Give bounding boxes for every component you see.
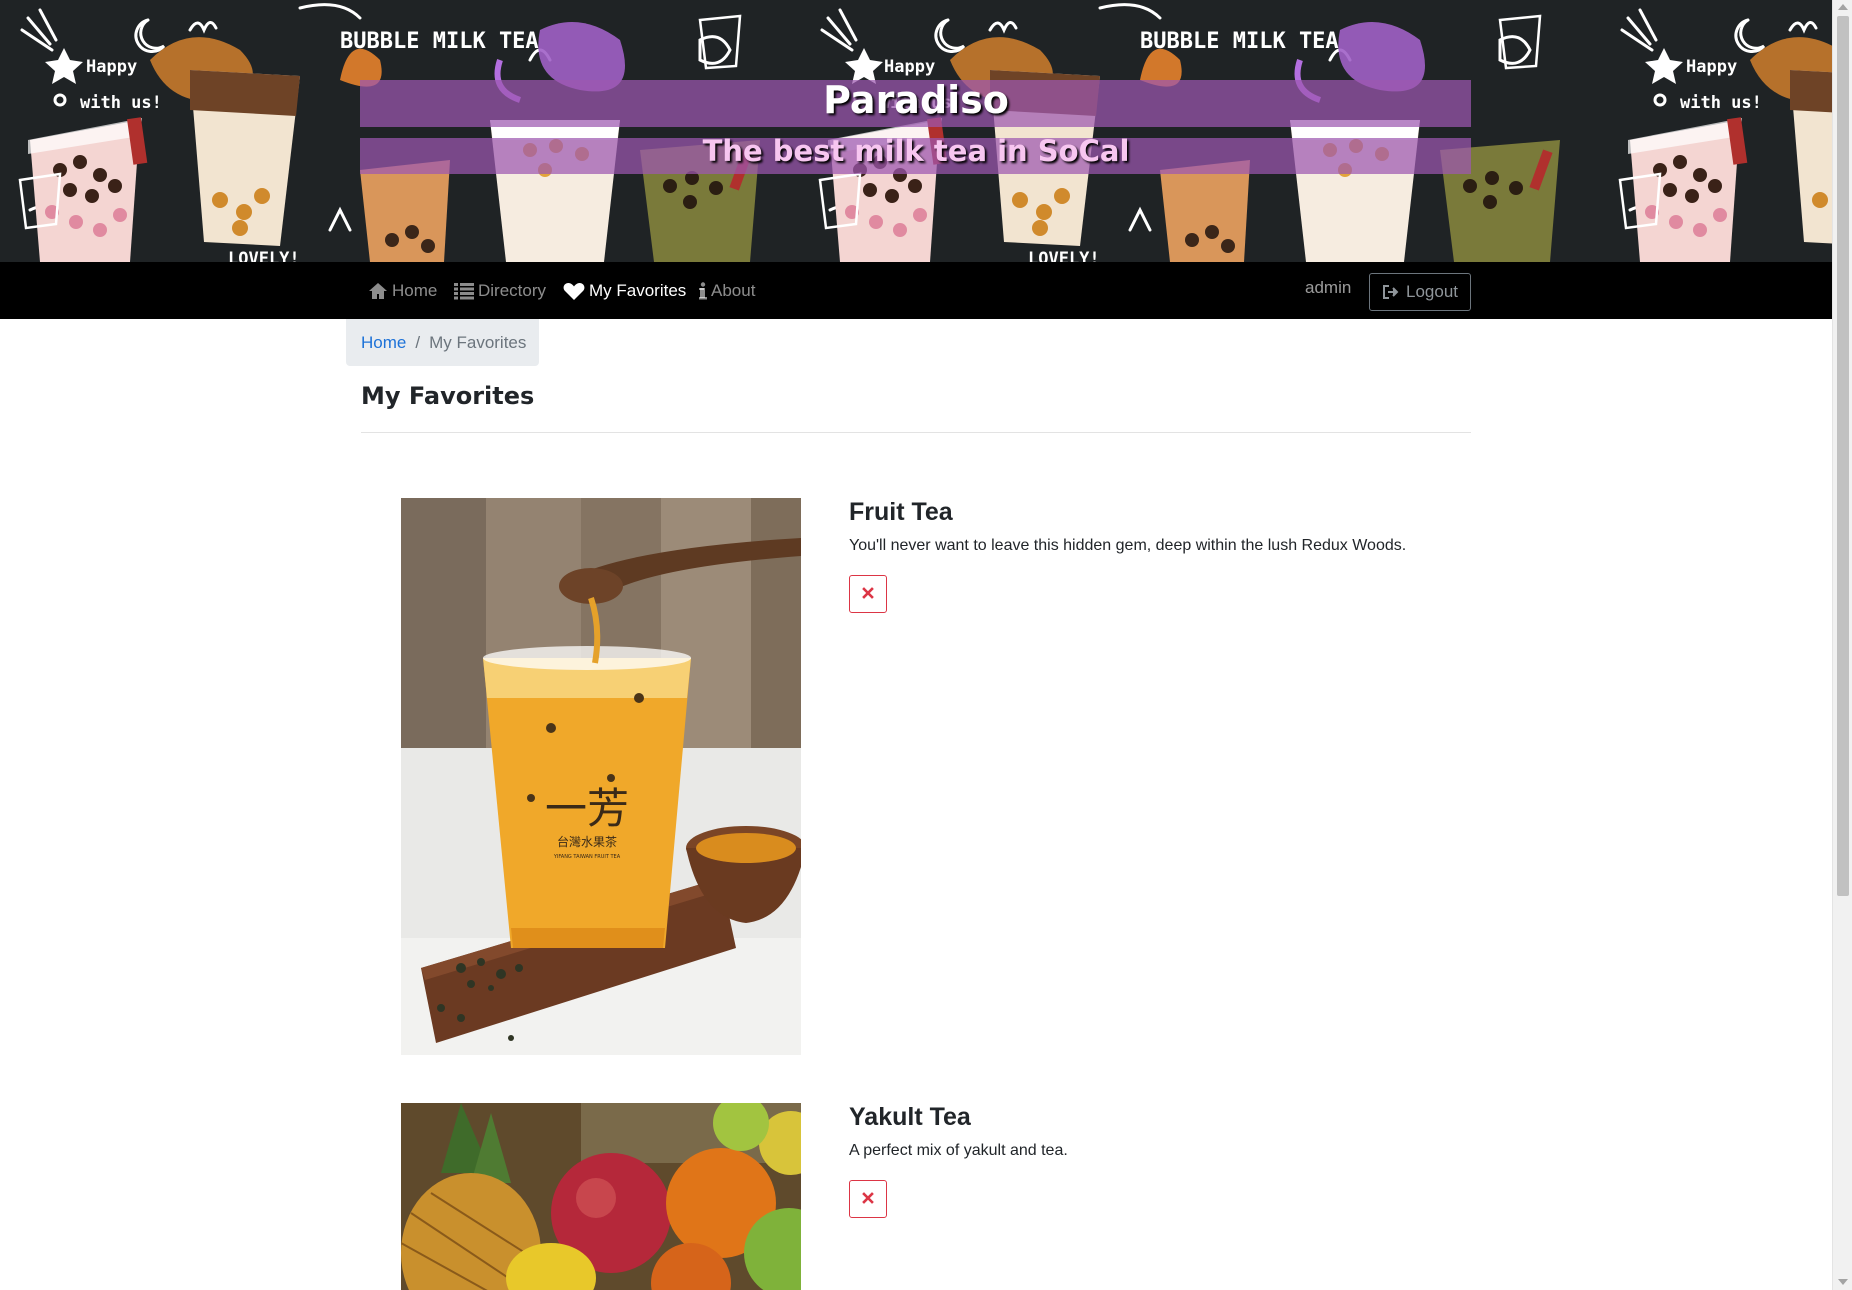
remove-favorite-button[interactable] <box>849 1180 887 1218</box>
scrollbar-thumb[interactable] <box>1837 16 1849 896</box>
scroll-down-arrow-icon[interactable] <box>1838 1279 1848 1285</box>
breadcrumb-home-link[interactable]: Home <box>361 333 406 353</box>
favorite-title: Yakult Tea <box>849 1103 971 1131</box>
svg-text:LOVELY!: LOVELY! <box>1028 249 1100 262</box>
breadcrumb: Home / My Favorites <box>346 319 539 366</box>
heart-icon <box>563 282 585 301</box>
close-icon <box>862 586 874 602</box>
logout-label: Logout <box>1406 282 1458 301</box>
favorite-description: A perfect mix of yakult and tea. <box>849 1142 1068 1159</box>
favorite-description: You'll never want to leave this hidden g… <box>849 537 1407 554</box>
page: BUBBLE MILK TEA BUBBLE MILK TEA Happy wi… <box>0 0 1852 1290</box>
breadcrumb-separator: / <box>415 332 421 352</box>
svg-text:LOVELY!: LOVELY! <box>228 249 300 262</box>
artwork-text-1: BUBBLE MILK TEA <box>340 29 539 54</box>
logout-button[interactable]: Logout <box>1369 273 1471 311</box>
username: admin <box>1305 278 1352 297</box>
favorite-image-fruit-tea: 一芳 台灣水果茶 YIFANG TAIWAN FRUIT TEA <box>401 498 801 1055</box>
nav-home[interactable]: Home <box>368 278 437 304</box>
favorite-title: Fruit Tea <box>849 498 953 526</box>
close-icon <box>862 1191 874 1207</box>
hero-artwork: BUBBLE MILK TEA BUBBLE MILK TEA Happy wi… <box>0 0 1832 262</box>
site-tagline: The best milk tea in SoCal <box>702 134 1130 168</box>
site-title: Paradiso <box>823 78 1009 122</box>
svg-text:Happy: Happy <box>884 57 935 77</box>
cup-logo-subtext: 台灣水果茶 <box>557 834 617 849</box>
home-icon <box>368 282 388 300</box>
nav-my-favorites[interactable]: My Favorites <box>563 278 686 304</box>
nav-about-label: About <box>711 281 756 300</box>
favorite-image-yakult-tea <box>401 1103 801 1290</box>
nav-my-favorites-label: My Favorites <box>589 281 687 300</box>
navbar: Home Directory My Favorites About <box>0 262 1832 319</box>
svg-text:Happy: Happy <box>1686 57 1737 77</box>
nav-directory[interactable]: Directory <box>454 278 546 304</box>
vertical-scrollbar[interactable] <box>1832 0 1852 1290</box>
cup-logo-text: 一芳 <box>545 784 629 833</box>
hero-banner: BUBBLE MILK TEA BUBBLE MILK TEA Happy wi… <box>0 0 1832 262</box>
heading-divider <box>361 432 1471 433</box>
nav-directory-label: Directory <box>478 281 547 300</box>
breadcrumb-current: My Favorites <box>429 332 527 352</box>
nav-home-label: Home <box>392 281 438 300</box>
cup-logo-brand: YIFANG TAIWAN FRUIT TEA <box>553 854 621 860</box>
artwork-text-2: BUBBLE MILK TEA <box>1140 29 1339 54</box>
scroll-up-arrow-icon[interactable] <box>1838 4 1848 10</box>
page-title: My Favorites <box>361 382 535 410</box>
remove-favorite-button[interactable] <box>849 575 887 613</box>
svg-text:Happy: Happy <box>86 57 137 77</box>
nav-about[interactable]: About <box>699 278 755 304</box>
list-icon <box>454 282 474 300</box>
sign-out-icon <box>1382 284 1401 300</box>
info-icon <box>699 282 707 300</box>
